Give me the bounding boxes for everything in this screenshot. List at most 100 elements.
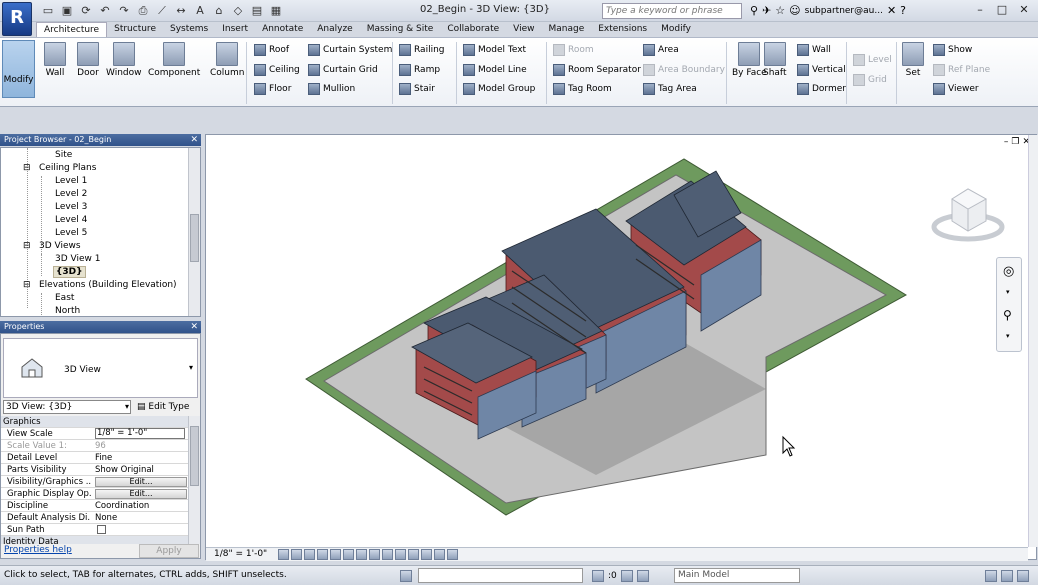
tree-collapse-icon[interactable]: ⊟ — [23, 280, 31, 290]
wall-opening-button[interactable]: Wall — [797, 44, 831, 56]
shadows-icon[interactable] — [317, 549, 328, 560]
visual-style-icon[interactable] — [291, 549, 302, 560]
tree-item-site[interactable]: Site — [55, 150, 72, 160]
close-hidden-windows-icon[interactable]: ▤ — [249, 3, 265, 19]
tab-extensions[interactable]: Extensions — [591, 22, 654, 37]
table-row[interactable]: View Scale 1/8" = 1'-0" — [1, 428, 189, 440]
tab-architecture[interactable]: Architecture — [36, 22, 108, 37]
user-icon[interactable]: ☺ — [789, 3, 800, 19]
reveal-constraints-icon[interactable] — [447, 549, 458, 560]
properties-scrollbar[interactable] — [188, 416, 200, 544]
tree-item-3d-current[interactable]: {3D} — [53, 266, 86, 278]
main-model-select[interactable]: Main Model — [674, 568, 800, 583]
roof-button[interactable]: Roof — [254, 44, 289, 56]
worksets-icon[interactable] — [400, 570, 412, 582]
measure-icon[interactable]: ⟋ — [154, 3, 170, 19]
set-workplane-button[interactable]: Set — [902, 42, 924, 78]
edit-button[interactable]: Edit... — [95, 489, 187, 499]
select-pinned-icon[interactable] — [1001, 570, 1013, 582]
view-scale[interactable]: 1/8" = 1'-0" — [214, 549, 267, 559]
select-links-icon[interactable] — [985, 570, 997, 582]
binoculars-icon[interactable]: ⚲ — [750, 3, 758, 19]
subscription-icon[interactable]: ✈ — [762, 3, 771, 19]
tree-item-level-2[interactable]: Level 2 — [55, 189, 87, 199]
active-workset-select[interactable] — [418, 568, 583, 583]
edit-type-button[interactable]: ▤ Edit Type — [137, 400, 189, 414]
switch-windows-icon[interactable]: ▦ — [268, 3, 284, 19]
tag-room-button[interactable]: Tag Room — [553, 83, 612, 95]
filter-selection-icon[interactable] — [1017, 570, 1029, 582]
curtain-system-button[interactable]: Curtain System — [308, 44, 392, 56]
ceiling-button[interactable]: Ceiling — [254, 64, 300, 76]
tree-item-level-1[interactable]: Level 1 — [55, 176, 87, 186]
tab-insert[interactable]: Insert — [215, 22, 255, 37]
worksharing-display-icon[interactable] — [408, 549, 419, 560]
application-menu-button[interactable]: R — [2, 2, 32, 36]
reveal-hidden-icon[interactable] — [395, 549, 406, 560]
sync-icon[interactable]: ⟳ — [78, 3, 94, 19]
area-button[interactable]: Area — [643, 44, 679, 56]
crop-view-icon[interactable] — [343, 549, 354, 560]
properties-help-link[interactable]: Properties help — [4, 545, 72, 555]
sun-path-checkbox[interactable] — [97, 525, 106, 534]
tab-modify[interactable]: Modify — [654, 22, 698, 37]
edit-button[interactable]: Edit... — [95, 477, 187, 487]
table-row[interactable]: Parts Visibility Show Original — [1, 464, 189, 476]
favorites-icon[interactable]: ☆ — [775, 3, 785, 19]
default-3d-view-icon[interactable]: ⌂ — [211, 3, 227, 19]
tree-item-east[interactable]: East — [55, 293, 74, 303]
table-row[interactable]: Default Analysis Di... None — [1, 512, 189, 524]
by-face-button[interactable]: By Face — [732, 42, 767, 78]
dormer-button[interactable]: Dormer — [797, 83, 846, 95]
drawing-area[interactable]: – ❐ ✕ ◎ ▾ ⚲ ▾ 1/8" = 1'-0" — [205, 134, 1038, 561]
temp-hide-icon[interactable] — [382, 549, 393, 560]
3d-model-view[interactable] — [206, 135, 1028, 547]
scroll-thumb[interactable] — [190, 426, 199, 486]
sun-path-icon[interactable] — [304, 549, 315, 560]
tab-collaborate[interactable]: Collaborate — [440, 22, 506, 37]
open-icon[interactable]: ▭ — [40, 3, 56, 19]
highlight-displacement-icon[interactable] — [434, 549, 445, 560]
section-icon[interactable]: ◇ — [230, 3, 246, 19]
tag-area-button[interactable]: Tag Area — [643, 83, 697, 95]
instance-filter-select[interactable]: 3D View: {3D} ▾ — [3, 400, 131, 414]
minimize-icon[interactable]: – — [970, 2, 990, 18]
floor-button[interactable]: Floor — [254, 83, 291, 95]
help-icon[interactable]: ? — [900, 3, 906, 19]
design-options-icon[interactable] — [620, 570, 633, 582]
dimension-icon[interactable]: ↔ — [173, 3, 189, 19]
tree-item-elevations[interactable]: Elevations (Building Elevation) — [39, 280, 177, 290]
tab-systems[interactable]: Systems — [163, 22, 215, 37]
tab-massing-site[interactable]: Massing & Site — [360, 22, 441, 37]
redo-icon[interactable]: ↷ — [116, 3, 132, 19]
filter-icon[interactable] — [592, 570, 604, 582]
tab-analyze[interactable]: Analyze — [310, 22, 359, 37]
zoom-icon[interactable]: ⚲ — [1003, 308, 1012, 322]
tree-item-3d-view-1[interactable]: 3D View 1 — [55, 254, 100, 264]
type-selector[interactable]: 3D View ▾ — [3, 338, 198, 398]
mullion-button[interactable]: Mullion — [308, 83, 355, 95]
tree-item-level-4[interactable]: Level 4 — [55, 215, 87, 225]
shaft-button[interactable]: Shaft — [763, 42, 786, 78]
tab-view[interactable]: View — [506, 22, 541, 37]
navigation-bar[interactable]: ◎ ▾ ⚲ ▾ — [996, 257, 1022, 352]
door-button[interactable]: Door — [77, 42, 99, 78]
ramp-button[interactable]: Ramp — [399, 64, 440, 76]
save-icon[interactable]: ▣ — [59, 3, 75, 19]
close-icon[interactable]: ✕ — [1014, 2, 1034, 18]
close-icon[interactable]: ✕ — [190, 134, 198, 146]
view-scrollbar[interactable] — [1028, 135, 1038, 547]
table-row[interactable]: Discipline Coordination — [1, 500, 189, 512]
tree-item-north[interactable]: North — [55, 306, 80, 316]
text-icon[interactable]: A — [192, 3, 208, 19]
analytical-model-icon[interactable] — [421, 549, 432, 560]
tree-collapse-icon[interactable]: ⊟ — [23, 241, 31, 251]
chevron-down-icon[interactable]: ▾ — [1006, 288, 1010, 296]
room-separator-button[interactable]: Room Separator — [553, 64, 641, 76]
column-button[interactable]: Column — [210, 42, 244, 78]
model-line-button[interactable]: Model Line — [463, 64, 527, 76]
search-input[interactable]: Type a keyword or phrase — [602, 3, 742, 19]
tab-manage[interactable]: Manage — [542, 22, 592, 37]
window-button[interactable]: Window — [106, 42, 142, 78]
show-crop-icon[interactable] — [356, 549, 367, 560]
